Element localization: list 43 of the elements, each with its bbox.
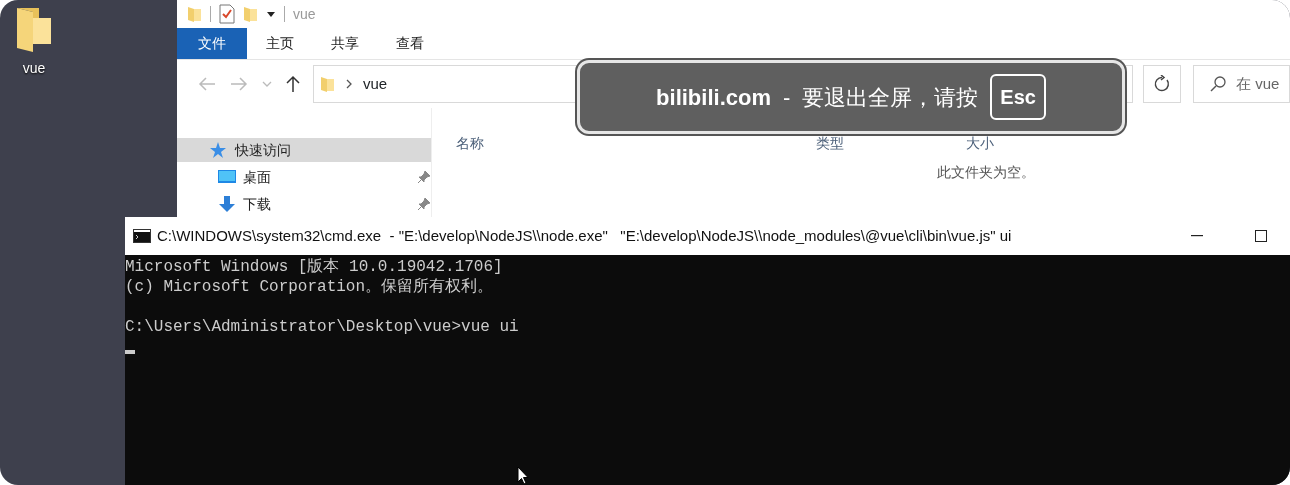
nav-item[interactable]: 快速访问 bbox=[177, 138, 431, 162]
search-field[interactable]: 在 vue bbox=[1193, 65, 1290, 103]
arrow-right-icon bbox=[230, 77, 248, 91]
address-path: vue bbox=[363, 73, 388, 94]
arrow-up-icon bbox=[286, 75, 300, 93]
refresh-button[interactable] bbox=[1143, 65, 1181, 103]
notice-separator: - bbox=[783, 83, 791, 112]
folder-icon bbox=[320, 75, 335, 93]
empty-folder-message: 此文件夹为空。 bbox=[936, 163, 1036, 182]
console-line: Microsoft Windows [版本 10.0.19042.1706] bbox=[125, 257, 503, 277]
checklist-icon[interactable] bbox=[219, 4, 235, 24]
chevron-right-icon bbox=[345, 78, 353, 90]
minimize-icon bbox=[1191, 235, 1203, 237]
monitor-icon bbox=[217, 168, 237, 186]
column-header[interactable]: 大小 bbox=[966, 133, 994, 154]
download-icon bbox=[217, 195, 237, 213]
dropdown-icon[interactable] bbox=[266, 9, 276, 19]
arrow-left-icon bbox=[198, 77, 216, 91]
window-title: C:\WINDOWS\system32\cmd.exe - "E:\develop\NodeJS\\node.exe" "E:\develop\NodeJS\\node_modules\@vue\cli\bin\vue.js" ui bbox=[157, 225, 1013, 246]
ribbon-tab[interactable]: 查看 bbox=[377, 28, 442, 59]
notice-site: bilibili.com bbox=[656, 83, 771, 112]
search-icon bbox=[1210, 76, 1226, 92]
folder-icon[interactable] bbox=[15, 6, 53, 54]
column-header[interactable]: 类型 bbox=[816, 133, 844, 154]
pin-icon bbox=[417, 170, 431, 184]
refresh-icon bbox=[1153, 75, 1171, 93]
ribbon-tab[interactable]: 主页 bbox=[247, 28, 312, 59]
console-line: (c) Microsoft Corporation。保留所有权利。 bbox=[125, 277, 494, 297]
icon-label: vue bbox=[22, 59, 46, 78]
nav-item[interactable]: 下载 bbox=[177, 192, 431, 216]
pin-icon bbox=[417, 197, 431, 211]
ribbon-tab[interactable]: 文件 bbox=[177, 28, 247, 59]
console-line: C:\Users\Administrator\Desktop\vue>vue ui bbox=[125, 317, 519, 337]
nav-item[interactable]: 桌面 bbox=[177, 165, 431, 189]
console-icon bbox=[133, 229, 151, 243]
maximize-icon bbox=[1255, 230, 1267, 242]
column-header[interactable]: 名称 bbox=[456, 133, 484, 154]
ribbon-tab[interactable]: 共享 bbox=[312, 28, 377, 59]
notice-message: 要退出全屏，请按 bbox=[802, 83, 979, 112]
key-hint: Esc bbox=[990, 74, 1046, 120]
search-placeholder: 在 vue bbox=[1236, 73, 1280, 94]
chevron-down-icon bbox=[262, 80, 272, 88]
window-title: vue bbox=[293, 4, 316, 24]
